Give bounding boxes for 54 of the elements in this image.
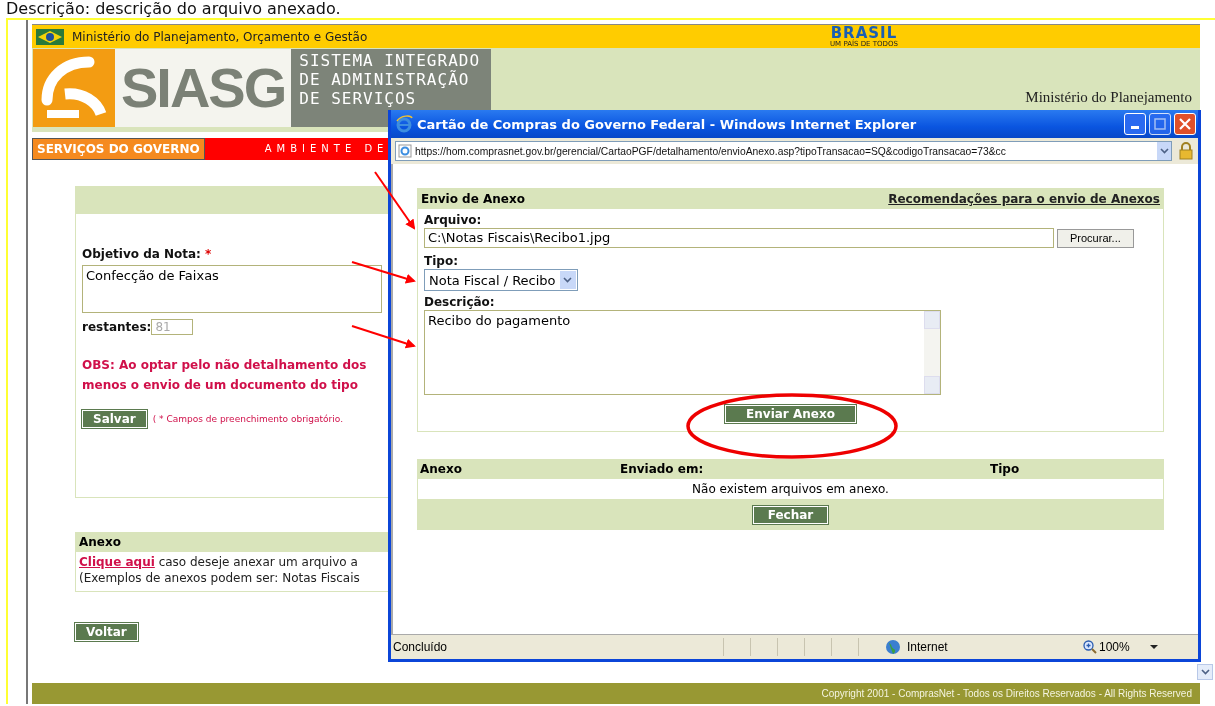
- remaining-field: 81: [151, 319, 194, 335]
- ministry-text: Ministério do Planejamento, Orçamento e Gestão: [72, 29, 368, 44]
- click-here-link[interactable]: Clique aqui: [79, 555, 155, 569]
- zoom-control[interactable]: 100%: [1083, 640, 1130, 654]
- swoosh-logo-icon: [39, 56, 109, 120]
- examples-text: (Exemplos de anexos podem ser: Notas Fiscais: [79, 570, 361, 586]
- column-header: Anexo: [420, 462, 463, 476]
- required-note: ( * Campos de preenchimento obrigatório.: [152, 414, 344, 424]
- zoom-icon: [1083, 640, 1097, 654]
- field-label: Arquivo:: [424, 213, 483, 228]
- send-attachment-button[interactable]: Enviar Anexo: [725, 405, 856, 423]
- page-icon: [398, 144, 412, 158]
- column-header: Tipo: [990, 462, 1021, 476]
- copyright-text: Copyright 2001 - ComprasNet - Todos os Direitos Reservados - All Rights Reserved: [821, 688, 1192, 699]
- lock-icon: [1178, 142, 1194, 160]
- caret-icon[interactable]: [1149, 644, 1158, 650]
- empty-table-message: Não existem arquivos em anexo.: [692, 482, 889, 496]
- column-header: Enviado em:: [620, 462, 705, 476]
- annotation-arrow: [374, 171, 416, 230]
- window-title: Cartão de Compras do Governo Federal - Windows Internet Explorer: [417, 116, 918, 132]
- recommendations-link[interactable]: Recomendações para o envio de Anexos: [888, 192, 1160, 206]
- remaining-label: restantes:: [82, 320, 152, 334]
- field-label: Objetivo da Nota: *: [82, 247, 213, 261]
- zone-text: Internet: [907, 640, 949, 654]
- close-window-button[interactable]: Fechar: [752, 506, 829, 524]
- close-icon: [1179, 118, 1191, 130]
- field-label: Descrição:: [424, 295, 496, 310]
- caption-text: Descrição: descrição do arquivo anexado.: [5, 0, 342, 18]
- browse-button[interactable]: Procurar...: [1057, 228, 1134, 248]
- ministry-header-text: Ministério do Planejamento: [1025, 89, 1192, 106]
- annotation-arrow: [351, 261, 416, 284]
- upload-title: Envio de Anexo: [421, 192, 525, 206]
- back-button[interactable]: Voltar: [75, 623, 138, 641]
- file-path-field[interactable]: C:\Notas Fiscais\Recibo1.jpg: [424, 228, 1054, 248]
- chevron-down-icon: [1200, 669, 1210, 675]
- maximize-button[interactable]: [1149, 113, 1171, 135]
- scroll-down-button[interactable]: [1197, 664, 1213, 680]
- field-label: Tipo:: [424, 254, 459, 269]
- globe-icon: [885, 639, 901, 655]
- save-button[interactable]: Salvar: [82, 410, 147, 428]
- browser-logo-icon: [395, 115, 413, 133]
- minimize-button[interactable]: [1124, 113, 1146, 135]
- status-text: Concluído: [393, 640, 449, 654]
- siasg-logo-text: SIASG: [115, 49, 292, 127]
- close-button[interactable]: [1174, 113, 1196, 135]
- annotation-arrow: [351, 325, 416, 349]
- notice-text: OBS: Ao optar pelo não detalhamento dos menos o envio de um documento do tipo: [82, 357, 368, 394]
- chevron-down-icon: [563, 277, 573, 283]
- description-field[interactable]: Recibo do pagamento: [424, 310, 941, 395]
- type-select[interactable]: Nota Fiscal / Recibo: [424, 269, 578, 291]
- address-field[interactable]: https://hom.comprasnet.gov.br/gerencial/CartaoPGF/detalhamento/envioAnexo.asp?tipoTransacao=SQ&codigoTransacao=73&cc: [395, 141, 1172, 161]
- maximize-icon: [1154, 118, 1166, 130]
- minimize-icon: [1131, 126, 1139, 129]
- objective-field[interactable]: Confecção de Faixas: [82, 265, 382, 313]
